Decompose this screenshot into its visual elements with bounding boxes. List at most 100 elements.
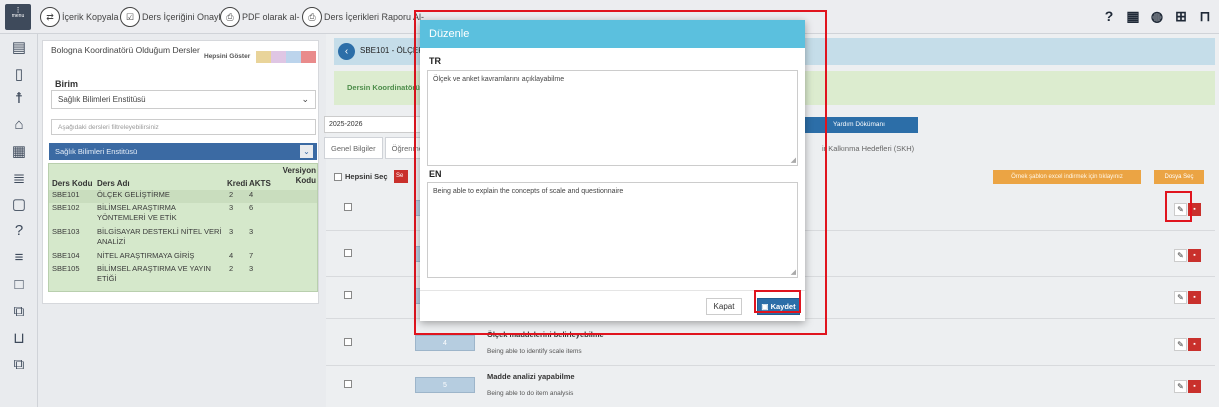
row-checkbox[interactable] — [344, 338, 352, 346]
resize-grip-icon[interactable]: ◢ — [791, 269, 796, 276]
course-code: SBE101 — [52, 190, 80, 199]
laptop-icon[interactable]: ⊔ — [11, 331, 27, 347]
resize-grip-icon[interactable]: ◢ — [791, 157, 796, 164]
pdf-label: PDF olarak al- — [242, 12, 300, 22]
delete-selected-button[interactable]: Se — [394, 170, 408, 183]
copy-content-button[interactable]: ⇄ İçerik Kopyala — [40, 6, 119, 28]
course-code: SBE104 — [52, 251, 80, 260]
trash-icon[interactable]: ▪ — [1188, 249, 1201, 262]
row-checkbox[interactable] — [344, 380, 352, 388]
swatch-blue[interactable] — [286, 51, 301, 63]
select-all[interactable]: Hepsini Seç — [334, 172, 388, 181]
course-filter-input[interactable]: Aşağıdaki dersleri filtreleyebilirsiniz — [51, 119, 316, 135]
course-ects: 6 — [249, 203, 254, 212]
tr-textarea[interactable]: Ölçek ve anket kavramlarını açıklayabilm… — [427, 70, 798, 166]
chevron-down-icon[interactable]: ⌄ — [300, 145, 313, 158]
approve-content-label: Ders İçeriğini Onayla — [142, 12, 226, 22]
unit-select[interactable]: Sağlık Bilimleri Enstitüsü ⌄ — [51, 90, 316, 109]
edit-highlight-frame — [1165, 191, 1192, 222]
coordinator-courses-panel: Bologna Koordinatörü Olduğum Dersler Hep… — [42, 40, 319, 304]
swap-icon: ⇄ — [40, 7, 60, 27]
copy-icon[interactable]: ⧉ — [11, 357, 27, 373]
menu-lines-icon[interactable]: ≡ — [11, 250, 27, 266]
edit-pencil-icon[interactable]: ✎ — [1174, 380, 1187, 393]
swatch-yellow[interactable] — [256, 51, 271, 63]
lock-icon[interactable]: ⊓ — [1197, 8, 1213, 24]
file-select-button[interactable]: Dosya Seç — [1154, 170, 1204, 184]
course-row[interactable]: SBE105 BİLİMSEL ARAŞTIRMA VE YAYIN ETİĞİ… — [49, 264, 317, 291]
print-icon: ⎙ — [220, 7, 240, 27]
left-icon-rail: ▤ ▯ ☨ ⌂ ▦ ≣ ▢ ? ≡ □ ⧉ ⊔ ⧉ — [0, 34, 38, 407]
question-icon[interactable]: ? — [11, 223, 27, 239]
save-highlight-frame — [754, 290, 801, 313]
trash-icon[interactable]: ▪ — [1188, 338, 1201, 351]
en-textarea[interactable]: Being able to explain the concepts of sc… — [427, 182, 798, 278]
close-button[interactable]: Kapat — [706, 298, 742, 315]
square-icon[interactable]: □ — [11, 277, 27, 293]
institute-bar[interactable]: Sağlık Bilimleri Enstitüsü ⌄ — [49, 143, 317, 160]
list-item: 5 Madde analizi yapabilme Being able to … — [326, 366, 1215, 407]
edit-pencil-icon[interactable]: ✎ — [1174, 249, 1187, 262]
course-ects: 3 — [249, 227, 254, 236]
modal-footer: Kapat ▣ Kaydet — [420, 290, 805, 321]
pdf-button[interactable]: ⎙ PDF olarak al- — [220, 6, 300, 28]
course-name: BİLİMSEL ARAŞTIRMA YÖNTEMLERİ VE ETİK — [97, 203, 177, 222]
edit-pencil-icon[interactable]: ✎ — [1174, 291, 1187, 304]
book-icon[interactable]: ▤ — [11, 40, 27, 56]
excel-template-button[interactable]: Örnek şablon excel indirmek için tıklayı… — [993, 170, 1141, 184]
course-credit: 2 — [229, 264, 234, 273]
outcome-en: Being able to identify scale items — [487, 348, 582, 355]
course-row[interactable]: SBE102 BİLİMSEL ARAŞTIRMA YÖNTEMLERİ VE … — [49, 203, 317, 227]
calendar-blank-icon[interactable]: ▢ — [11, 197, 27, 213]
menu-button[interactable]: ⁝ menu — [5, 4, 31, 30]
course-row[interactable]: SBE104 NİTEL ARAŞTIRMAYA GİRİŞ 4 7 — [49, 251, 317, 264]
list-icon[interactable]: ≣ — [11, 171, 27, 187]
swatch-red[interactable] — [301, 51, 316, 63]
course-credit: 3 — [229, 227, 234, 236]
col-version: Versiyon Kodu — [282, 166, 316, 185]
copy-icon[interactable]: ⧉ — [11, 304, 27, 320]
menu-label: menu — [11, 13, 25, 19]
swatch-purple[interactable] — [271, 51, 286, 63]
row-number: 5 — [415, 377, 475, 393]
course-table: Ders Kodu Ders Adı Kredi AKTS Versiyon K… — [48, 163, 318, 292]
graduation-icon[interactable]: ⌂ — [11, 117, 27, 133]
content-report-button[interactable]: ⎙ Ders İçerikleri Raporu Al- — [302, 6, 424, 28]
course-name: ÖLÇEK GELİŞTİRME — [97, 190, 170, 199]
course-row[interactable]: SBE103 BİLGİSAYAR DESTEKLİ NİTEL VERİ AN… — [49, 227, 317, 251]
course-code: SBE105 — [52, 264, 80, 273]
select-all-checkbox[interactable] — [334, 172, 342, 181]
show-all-button[interactable]: Hepsini Göster — [204, 53, 250, 60]
print-icon: ⎙ — [302, 7, 322, 27]
course-credit: 2 — [229, 190, 234, 199]
help-icon[interactable]: ? — [1101, 8, 1117, 24]
back-arrow-icon[interactable]: ‹ — [338, 43, 355, 60]
document-icon[interactable]: ▯ — [11, 67, 27, 83]
row-checkbox[interactable] — [344, 291, 352, 299]
course-row[interactable]: SBE101 ÖLÇEK GELİŞTİRME 2 4 — [49, 190, 317, 203]
col-code: Ders Kodu — [52, 179, 93, 188]
globe-icon[interactable]: ◍ — [1149, 8, 1165, 24]
modal-title: Düzenle — [420, 20, 805, 48]
row-checkbox[interactable] — [344, 249, 352, 257]
unit-select-value: Sağlık Bilimleri Enstitüsü — [58, 95, 146, 104]
chevron-down-icon: ⌄ — [301, 94, 309, 104]
approve-icon: ☑ — [120, 7, 140, 27]
person-icon[interactable]: ☨ — [11, 91, 27, 107]
approve-content-button[interactable]: ☑ Ders İçeriğini Onayla — [120, 6, 226, 28]
grid-icon[interactable]: ⊞ — [1173, 8, 1189, 24]
edit-pencil-icon[interactable]: ✎ — [1174, 338, 1187, 351]
en-textarea-value: Being able to explain the concepts of sc… — [433, 188, 624, 195]
trash-icon[interactable]: ▪ — [1188, 380, 1201, 393]
tab-sdg[interactable]: ir Kalkınma Hedefleri (SKH) — [822, 144, 914, 153]
trash-icon[interactable]: ▪ — [1188, 291, 1201, 304]
unit-label: Birim — [55, 79, 79, 89]
calendar-icon[interactable]: ▦ — [11, 144, 27, 160]
row-checkbox[interactable] — [344, 203, 352, 211]
color-swatches — [256, 51, 316, 63]
tab-general-info[interactable]: Genel Bilgiler — [324, 137, 383, 159]
calendar-icon[interactable]: ▦ — [1125, 8, 1141, 24]
tr-label: TR — [429, 56, 441, 66]
course-ects: 7 — [249, 251, 254, 260]
course-table-header: Ders Kodu Ders Adı Kredi AKTS Versiyon K… — [49, 164, 317, 190]
